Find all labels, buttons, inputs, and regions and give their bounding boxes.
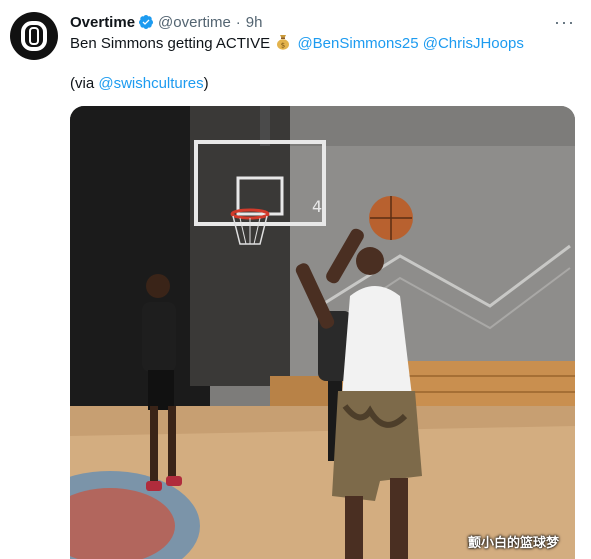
tweet-text-main: Ben Simmons getting ACTIVE <box>70 35 271 52</box>
via-prefix: (via <box>70 75 99 92</box>
tweet-text: Ben Simmons getting ACTIVE $ @BenSimmons… <box>70 34 524 54</box>
via-mention-link[interactable]: @swishcultures <box>98 75 203 92</box>
via-credit: (via @swishcultures) <box>70 74 209 94</box>
watermark-text: 颤小白的篮球梦 <box>467 535 559 550</box>
tweet-timestamp[interactable]: 9h <box>246 14 263 31</box>
basketball-video-frame: 4 <box>70 106 575 559</box>
via-suffix: ) <box>203 75 209 92</box>
author-handle[interactable]: @overtime <box>158 14 231 31</box>
tweet-header: Overtime @overtime · 9h <box>70 11 571 33</box>
tweet-video[interactable]: 4 颤小白的篮球梦 <box>70 106 575 559</box>
mention-link[interactable]: @BenSimmons25 <box>297 35 418 52</box>
svg-text:$: $ <box>281 41 285 49</box>
separator-dot: · <box>235 13 241 31</box>
mention-link[interactable]: @ChrisJHoops <box>423 35 524 52</box>
backboard-number: 4 <box>312 197 322 216</box>
money-bag-icon: $ <box>277 35 290 50</box>
verified-badge-icon <box>139 15 154 29</box>
author-name[interactable]: Overtime <box>70 14 135 31</box>
more-options-button[interactable]: ··· <box>554 12 575 33</box>
avatar[interactable] <box>10 12 58 60</box>
overtime-logo-icon <box>21 21 47 51</box>
